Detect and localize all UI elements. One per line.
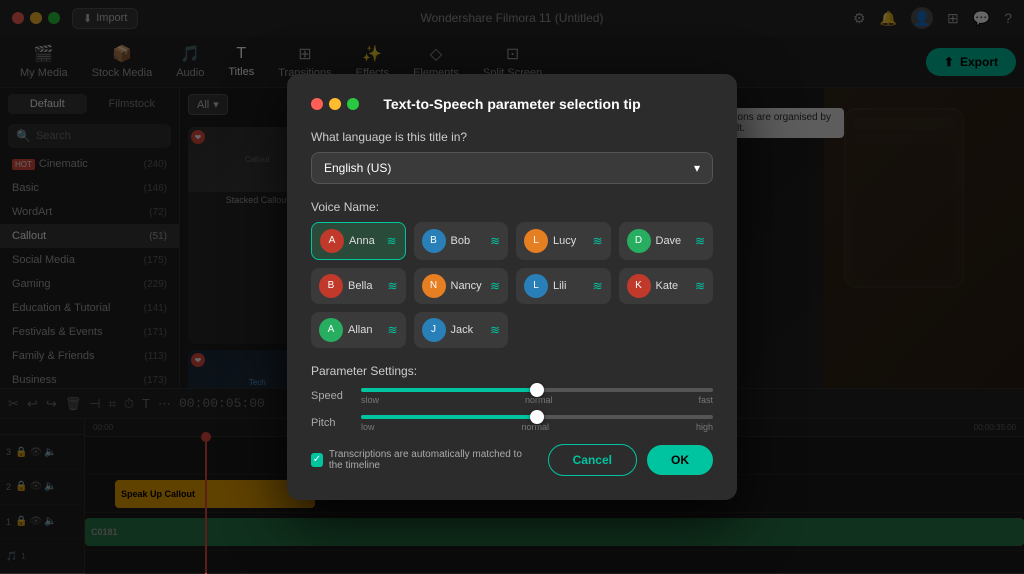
pitch-slider-wrap: low normal high xyxy=(361,415,713,432)
pitch-slider-track xyxy=(361,415,713,419)
voice-grid: A Anna ≋ B Bob ≋ L Lucy ≋ D Dave ≋ B Bel xyxy=(311,222,713,348)
anna-wave-icon[interactable]: ≋ xyxy=(386,234,396,248)
nancy-avatar: N xyxy=(422,274,446,298)
modal-overlay: Text-to-Speech parameter selection tip W… xyxy=(0,0,1024,573)
voice-label: Voice Name: xyxy=(311,200,713,214)
tts-modal: Text-to-Speech parameter selection tip W… xyxy=(287,74,737,500)
kate-wave-icon[interactable]: ≋ xyxy=(695,279,705,293)
speed-row: Speed slow normal fast xyxy=(311,388,713,405)
speed-slider-track xyxy=(361,388,713,392)
speed-slider-thumb[interactable] xyxy=(530,383,544,397)
modal-minimize-button[interactable] xyxy=(329,98,341,110)
allan-wave-icon[interactable]: ≋ xyxy=(387,323,397,337)
bob-avatar: B xyxy=(422,229,446,253)
language-question: What language is this title in? xyxy=(311,130,713,144)
lucy-avatar: L xyxy=(524,229,548,253)
checkbox[interactable]: ✓ xyxy=(311,453,323,467)
voice-anna[interactable]: A Anna ≋ xyxy=(311,222,406,260)
pitch-slider-fill xyxy=(361,415,537,419)
jack-wave-icon[interactable]: ≋ xyxy=(490,323,500,337)
cancel-button[interactable]: Cancel xyxy=(548,444,637,476)
voice-lucy[interactable]: L Lucy ≋ xyxy=(516,222,611,260)
voice-bob[interactable]: B Bob ≋ xyxy=(414,222,509,260)
dave-avatar: D xyxy=(627,229,651,253)
jack-avatar: J xyxy=(422,318,446,342)
voice-allan[interactable]: A Allan ≋ xyxy=(311,312,406,348)
voice-dave[interactable]: D Dave ≋ xyxy=(619,222,714,260)
dave-wave-icon[interactable]: ≋ xyxy=(695,234,705,248)
speed-slider-wrap: slow normal fast xyxy=(361,388,713,405)
bob-wave-icon[interactable]: ≋ xyxy=(490,234,500,248)
lili-avatar: L xyxy=(524,274,548,298)
ok-button[interactable]: OK xyxy=(647,445,713,475)
voice-kate[interactable]: K Kate ≋ xyxy=(619,268,714,304)
modal-expand-button[interactable] xyxy=(347,98,359,110)
param-section: Parameter Settings: Speed slow normal fa… xyxy=(311,364,713,432)
anna-avatar: A xyxy=(320,229,344,253)
params-title: Parameter Settings: xyxy=(311,364,713,378)
modal-title: Text-to-Speech parameter selection tip xyxy=(311,96,713,112)
voice-bella[interactable]: B Bella ≋ xyxy=(311,268,406,304)
lili-wave-icon[interactable]: ≋ xyxy=(592,279,602,293)
bella-wave-icon[interactable]: ≋ xyxy=(387,279,397,293)
pitch-row: Pitch low normal high xyxy=(311,415,713,432)
language-select[interactable]: English (US) ▾ xyxy=(311,152,713,184)
voice-nancy[interactable]: N Nancy ≋ xyxy=(414,268,509,304)
kate-avatar: K xyxy=(627,274,651,298)
pitch-slider-thumb[interactable] xyxy=(530,410,544,424)
checkbox-text: Transcriptions are automatically matched… xyxy=(329,449,538,471)
allan-avatar: A xyxy=(319,318,343,342)
modal-footer: ✓ Transcriptions are automatically match… xyxy=(311,444,713,476)
modal-close-button[interactable] xyxy=(311,98,323,110)
chevron-down-icon: ▾ xyxy=(694,161,700,175)
voice-lili[interactable]: L Lili ≋ xyxy=(516,268,611,304)
voice-jack[interactable]: J Jack ≋ xyxy=(414,312,509,348)
lucy-wave-icon[interactable]: ≋ xyxy=(592,234,602,248)
nancy-wave-icon[interactable]: ≋ xyxy=(490,279,500,293)
speed-label: Speed xyxy=(311,390,351,402)
bella-avatar: B xyxy=(319,274,343,298)
checkbox-wrap: ✓ Transcriptions are automatically match… xyxy=(311,449,538,471)
speed-slider-fill xyxy=(361,388,537,392)
pitch-label: Pitch xyxy=(311,417,351,429)
